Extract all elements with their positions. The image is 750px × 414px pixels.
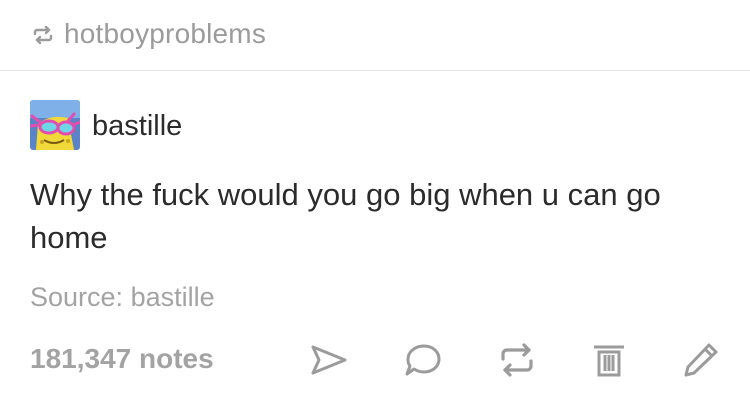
reply-icon[interactable] [403,342,443,378]
avatar[interactable] [30,100,80,150]
reblog-username[interactable]: hotboyproblems [64,18,266,50]
reblog-action-icon[interactable] [497,342,537,378]
post-source: Source: bastille [30,282,215,313]
reblog-header: hotboyproblems [0,0,750,71]
source-label: Source: [30,282,124,312]
notes-count[interactable]: 181,347 notes [30,343,214,375]
share-icon[interactable] [309,342,349,378]
source-link[interactable]: bastille [131,282,215,312]
post-username[interactable]: bastille [92,110,182,143]
post-text: Why the fuck would you go big when u can… [30,177,661,255]
edit-icon[interactable] [681,342,721,378]
post-author: bastille [30,100,430,152]
delete-icon[interactable] [589,342,629,378]
reblog-icon [32,25,54,45]
